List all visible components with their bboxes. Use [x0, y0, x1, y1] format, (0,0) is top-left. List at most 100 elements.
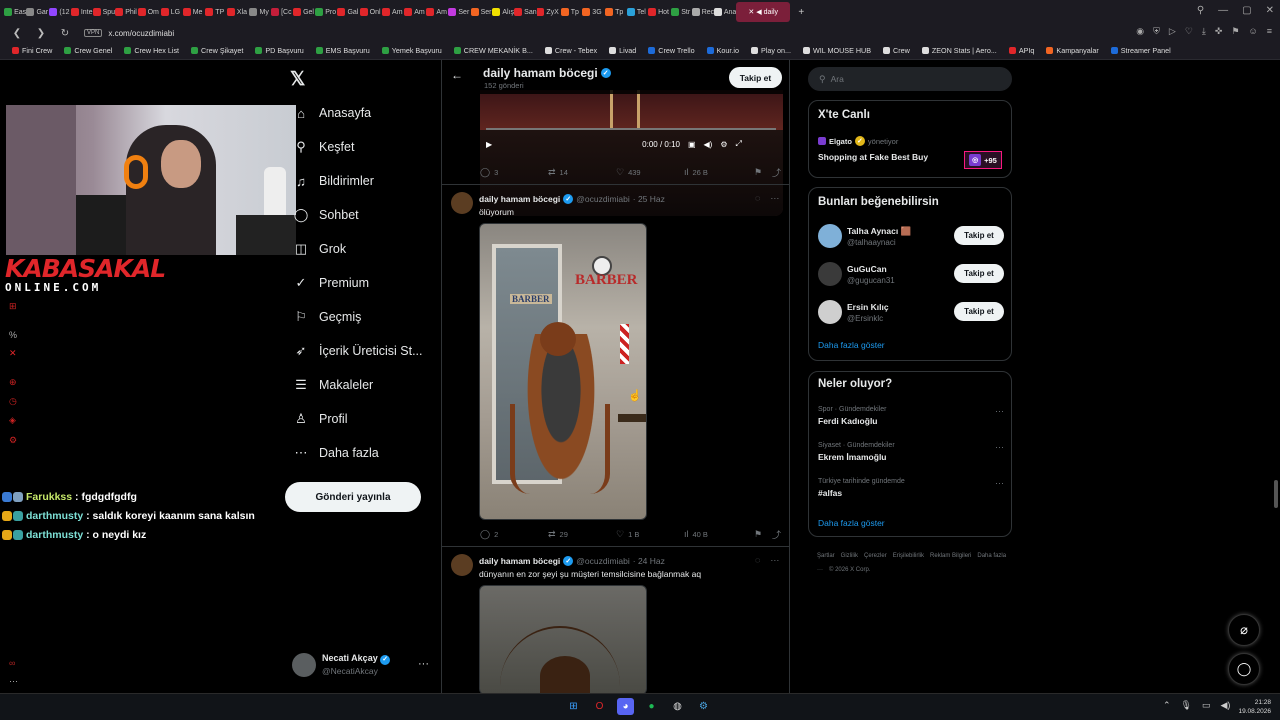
- more-icon[interactable]: ···: [995, 406, 1004, 416]
- browser-tab[interactable]: Rec: [691, 2, 714, 22]
- scrollbar[interactable]: [1274, 480, 1278, 508]
- browser-tab[interactable]: Ser: [470, 2, 492, 22]
- nav-item-premium[interactable]: ✓ Premium: [292, 270, 369, 296]
- browser-tab[interactable]: Om: [137, 2, 159, 22]
- post-button[interactable]: Gönderi yayınla: [285, 482, 421, 512]
- avatar[interactable]: [818, 224, 842, 248]
- opera-icon[interactable]: O: [591, 698, 608, 715]
- follow-button[interactable]: Takip et: [954, 264, 1004, 283]
- network-icon[interactable]: ▭: [1202, 700, 1211, 711]
- steam-icon[interactable]: ⚙: [695, 698, 712, 715]
- nav-item-daha-fazla[interactable]: ⋯ Daha fazla: [292, 440, 379, 466]
- browser-tab[interactable]: Onl: [359, 2, 381, 22]
- show-more-link[interactable]: Daha fazla göster: [818, 340, 885, 350]
- suggestion-item[interactable]: Ersin Kılıç @Ersinklc Takip et: [818, 300, 1004, 326]
- heart-icon[interactable]: ♡: [1185, 26, 1193, 37]
- bookmark-item[interactable]: Crew Trello: [648, 46, 695, 55]
- bookmark-item[interactable]: Crew Hex List: [124, 46, 179, 55]
- bookmark-icon[interactable]: ⚑: [754, 167, 762, 178]
- browser-tab[interactable]: Am: [426, 2, 448, 22]
- bookmark-icon[interactable]: ⚑: [754, 529, 762, 540]
- repost-button[interactable]: ⇄ 14: [548, 167, 616, 178]
- suggestion-item[interactable]: Talha Aynacı 🟫 @talhaaynaci Takip et: [818, 224, 1004, 250]
- views-button[interactable]: ıl 40 B: [684, 529, 752, 539]
- browser-tab[interactable]: Gal: [337, 2, 359, 22]
- suggestion-item[interactable]: GuGuCan @gugucan31 Takip et: [818, 262, 1004, 288]
- nav-item-geçmiş[interactable]: ⚐ Geçmiş: [292, 304, 361, 330]
- nav-item-sohbet[interactable]: ◯ Sohbet: [292, 202, 359, 228]
- avatar[interactable]: [818, 262, 842, 286]
- share-icon[interactable]: ⤴: [772, 528, 781, 541]
- grok-icon[interactable]: ◌: [755, 193, 760, 203]
- sidebar-app-icon[interactable]: %: [9, 330, 17, 340]
- account-more-icon[interactable]: ···: [418, 658, 429, 670]
- forward-icon[interactable]: ❯: [34, 28, 48, 39]
- discord-icon[interactable]: ◕: [617, 698, 634, 715]
- browser-tab[interactable]: Tp: [603, 2, 625, 22]
- bookmark-item[interactable]: Yemek Başvuru: [381, 46, 442, 55]
- close-icon[interactable]: ✕: [1266, 5, 1274, 16]
- views-button[interactable]: ıl 26 B: [684, 167, 752, 177]
- sidebar-app-icon[interactable]: ∞: [9, 658, 15, 668]
- nav-item-keşfet[interactable]: ⚲ Keşfet: [292, 134, 354, 160]
- vpn-badge[interactable]: VPN: [84, 29, 103, 37]
- menu-icon[interactable]: ≡: [1267, 26, 1272, 37]
- bookmark-item[interactable]: PD Başvuru: [255, 46, 304, 55]
- maximize-icon[interactable]: ▢: [1242, 5, 1251, 16]
- browser-tab[interactable]: Spu: [92, 2, 115, 22]
- post-handle[interactable]: @ocuzdimiabi: [576, 556, 630, 566]
- bookmark-item[interactable]: WIL MOUSE HUB: [803, 46, 871, 55]
- nav-item-anasayfa[interactable]: ⌂ Anasayfa: [292, 100, 371, 126]
- post-image[interactable]: BARBER BARBER: [479, 223, 647, 520]
- messages-float-icon[interactable]: ◯: [1228, 653, 1260, 685]
- spotify-icon[interactable]: ●: [643, 698, 660, 715]
- more-icon[interactable]: ···: [770, 193, 779, 203]
- play-icon[interactable]: ▷: [1169, 26, 1176, 37]
- settings-icon[interactable]: ⚙: [720, 140, 727, 149]
- browser-tab[interactable]: 3G: [581, 2, 603, 22]
- bookmark-item[interactable]: Play on...: [751, 46, 791, 55]
- share-icon[interactable]: ⤴: [772, 166, 781, 179]
- more-icon[interactable]: ···: [770, 555, 779, 565]
- new-tab-button[interactable]: +: [790, 2, 812, 22]
- grok-icon[interactable]: ◌: [755, 555, 760, 565]
- bookmark-item[interactable]: Streamer Panel: [1110, 46, 1171, 55]
- bookmark-item[interactable]: CREW MEKANİK B...: [453, 46, 533, 55]
- browser-tab[interactable]: Tel: [625, 2, 647, 22]
- post-author[interactable]: daily hamam böcegi: [479, 194, 560, 204]
- url-field[interactable]: VPN x.com/ocuzdimiabi: [84, 26, 804, 40]
- search-input[interactable]: ⚲ Ara: [808, 67, 1012, 91]
- browser-tab[interactable]: Xla: [226, 2, 248, 22]
- settings-icon[interactable]: ⚙: [9, 435, 17, 446]
- reply-button[interactable]: ◯ 2: [480, 529, 548, 540]
- suggestion-name[interactable]: Ersin Kılıç: [847, 302, 889, 312]
- nav-item-grok[interactable]: ◫ Grok: [292, 236, 346, 262]
- bookmark-item[interactable]: Livad: [609, 46, 636, 55]
- follow-button[interactable]: Takip et: [729, 67, 782, 88]
- footer-link[interactable]: Reklam Bilgileri: [930, 553, 971, 559]
- nav-item-makaleler[interactable]: ☰ Makaleler: [292, 372, 373, 398]
- puzzle-icon[interactable]: ✜: [1215, 26, 1223, 37]
- browser-tab[interactable]: (12: [48, 2, 70, 22]
- browser-tab[interactable]: San: [514, 2, 537, 22]
- avatar[interactable]: [451, 554, 473, 576]
- avatar[interactable]: [451, 192, 473, 214]
- footer-link[interactable]: Gizlilik: [841, 553, 858, 559]
- browser-tab[interactable]: Tp: [559, 2, 581, 22]
- tray-expand-icon[interactable]: ⌃: [1163, 700, 1171, 711]
- browser-tab[interactable]: Phil: [115, 2, 137, 22]
- video-seek-bar[interactable]: [486, 128, 776, 130]
- browser-tab[interactable]: [Cc: [270, 2, 292, 22]
- post-author[interactable]: daily hamam böcegi: [479, 556, 560, 566]
- reload-icon[interactable]: ↻: [58, 28, 72, 39]
- account-switcher[interactable]: Necati Akçay ✓ @NecatiAkcay: [292, 652, 391, 677]
- show-more-link[interactable]: Daha fazla göster: [818, 518, 885, 528]
- shield-icon[interactable]: ⛨: [1153, 26, 1160, 37]
- search-tabs-icon[interactable]: ⚲: [1197, 5, 1204, 16]
- footer-link[interactable]: Şartlar: [817, 553, 835, 559]
- browser-tab[interactable]: Eas: [4, 2, 26, 22]
- play-icon[interactable]: ▶: [486, 140, 492, 149]
- download-icon[interactable]: ⤓: [1202, 26, 1206, 37]
- bookmark-item[interactable]: Crew Genel: [64, 46, 112, 55]
- avatar[interactable]: [818, 300, 842, 324]
